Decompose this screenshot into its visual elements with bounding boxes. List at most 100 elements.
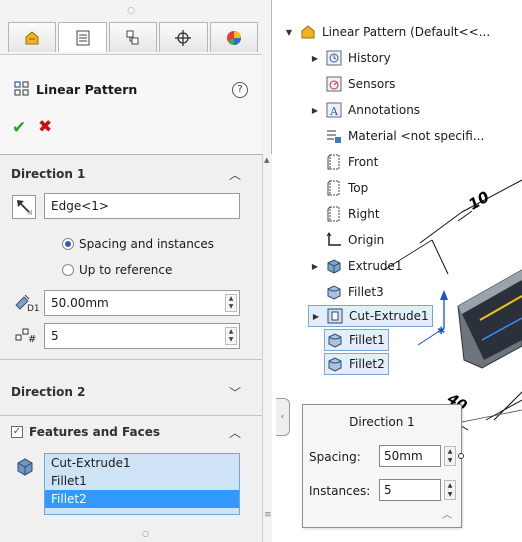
- tree-item-sensors[interactable]: Sensors: [326, 73, 395, 95]
- plane-icon: [327, 154, 340, 170]
- direction1-popup: Direction 1 Spacing: 50mm ▲ ▼ Instances: …: [302, 404, 464, 528]
- features-list[interactable]: Cut-Extrude1 Fillet1 Fillet2: [44, 453, 240, 515]
- radio-up-to-reference[interactable]: Up to reference: [62, 263, 172, 277]
- feature-manager-icon: [25, 30, 39, 44]
- instances-value: 5: [51, 329, 59, 343]
- features-faces-header[interactable]: ✓ Features and Faces ︿: [9, 419, 247, 445]
- popup-spacing-spinner[interactable]: ▲ ▼: [444, 446, 456, 466]
- expand-right-icon[interactable]: ▶: [310, 54, 320, 63]
- property-manager-header: Linear Pattern ? ✔ ✖: [0, 54, 262, 154]
- expand-right-icon[interactable]: ▶: [310, 262, 320, 271]
- popup-spacing-label: Spacing:: [309, 450, 361, 464]
- tree-item-fillet3[interactable]: Fillet3: [326, 281, 384, 303]
- expand-down-icon[interactable]: ▼: [284, 28, 294, 37]
- popup-spacing-value: 50mm: [384, 449, 423, 463]
- reverse-direction-button[interactable]: [12, 195, 36, 219]
- display-manager-tab[interactable]: [209, 22, 259, 52]
- tree-item-extrude1[interactable]: ▶ Extrude1: [310, 255, 403, 277]
- tree-item-cut-extrude1[interactable]: ▶ Cut-Extrude1: [308, 305, 433, 327]
- linear-pattern-icon: [14, 81, 29, 96]
- svg-text:#: #: [28, 334, 36, 345]
- plane-icon: [327, 180, 340, 196]
- chevron-up-icon[interactable]: ︿: [229, 424, 241, 441]
- cancel-button[interactable]: ✖: [38, 117, 52, 137]
- popup-instances-spinner[interactable]: ▲ ▼: [444, 480, 456, 500]
- fillet-icon: [327, 285, 341, 300]
- tree-item-material[interactable]: Material <not specifi...: [326, 125, 484, 147]
- svg-text:A: A: [329, 105, 339, 118]
- spacing-icon: D1: [15, 294, 40, 313]
- chevron-up-icon[interactable]: ︿: [442, 506, 452, 521]
- tree-item-label: Right: [348, 207, 380, 221]
- feature-manager-tree: ▼ Linear Pattern (Default<<... ▶ History…: [284, 16, 522, 406]
- list-item[interactable]: Fillet1: [45, 472, 239, 490]
- tree-item-top-plane[interactable]: Top: [326, 177, 368, 199]
- direction2-label: Direction 2: [11, 385, 86, 399]
- tree-root[interactable]: ▼ Linear Pattern (Default<<...: [284, 21, 490, 43]
- instances-spinner[interactable]: ▲ ▼: [225, 327, 237, 345]
- tree-item-label: Extrude1: [348, 259, 403, 273]
- radio-reference-label: Up to reference: [79, 263, 173, 277]
- radio-unselected-icon[interactable]: [62, 264, 74, 276]
- tree-item-label: Origin: [348, 233, 385, 247]
- direction1-header[interactable]: Direction 1 ︿: [9, 161, 247, 187]
- tree-item-label: Sensors: [348, 77, 396, 91]
- property-manager-icon: [76, 30, 90, 45]
- chevron-up-icon[interactable]: ︿: [229, 166, 241, 183]
- expand-right-icon[interactable]: ▶: [311, 312, 321, 321]
- tree-item-label: Front: [348, 155, 379, 169]
- chevron-down-icon[interactable]: ﹀: [229, 384, 241, 401]
- popup-title: Direction 1: [349, 415, 415, 429]
- tree-item-fillet1[interactable]: Fillet1: [324, 329, 389, 351]
- display-manager-icon: [226, 30, 241, 45]
- popup-leader-anchor: [458, 453, 464, 459]
- scroll-up-arrow-icon[interactable]: ▲: [264, 156, 269, 164]
- popup-instances-input[interactable]: 5: [379, 479, 441, 501]
- help-button[interactable]: ?: [232, 82, 248, 98]
- dimxpert-manager-tab[interactable]: [159, 22, 208, 52]
- scroll-grip-icon[interactable]: ≡: [264, 510, 272, 520]
- spacing-spinner[interactable]: ▲ ▼: [225, 294, 237, 312]
- expand-right-icon[interactable]: ▶: [310, 106, 320, 115]
- edge-value: Edge<1>: [51, 199, 109, 213]
- panel-grip[interactable]: ○: [0, 0, 262, 22]
- svg-text:D1: D1: [27, 304, 40, 313]
- divider: [0, 415, 262, 416]
- list-item[interactable]: Fillet2: [45, 490, 239, 508]
- part-icon: [301, 25, 315, 39]
- tree-item-right-plane[interactable]: Right: [326, 203, 380, 225]
- direction1-edge-field[interactable]: Edge<1>: [44, 193, 240, 219]
- list-resize-handle[interactable]: ○: [142, 529, 149, 538]
- tree-item-annotations[interactable]: ▶ A Annotations: [310, 99, 420, 121]
- ok-button[interactable]: ✔: [12, 118, 26, 138]
- popup-instances-value: 5: [384, 483, 392, 497]
- tree-item-front-plane[interactable]: Front: [326, 151, 378, 173]
- spacing-input[interactable]: 50.00mm ▲ ▼: [44, 290, 240, 316]
- material-icon: [327, 130, 341, 143]
- property-manager-panel: ○ Linear Pattern ? ✔ ✖ Direction 1 ︿ Edg…: [0, 0, 272, 542]
- features-faces-title: ✓ Features and Faces: [11, 425, 160, 439]
- tree-root-label: Linear Pattern (Default<<...: [322, 25, 491, 39]
- radio-spacing-label: Spacing and instances: [79, 237, 215, 251]
- tree-item-history[interactable]: ▶ History: [310, 47, 391, 69]
- page-title: Linear Pattern: [14, 81, 137, 97]
- instances-input[interactable]: 5 ▲ ▼: [44, 323, 240, 349]
- feature-manager-tab[interactable]: [8, 22, 57, 52]
- popup-instances-label: Instances:: [309, 484, 371, 498]
- property-manager-tab[interactable]: [58, 22, 107, 52]
- features-faces-checkbox[interactable]: ✓: [11, 426, 23, 438]
- radio-selected-icon[interactable]: [62, 238, 74, 250]
- fillet-icon: [328, 357, 342, 372]
- direction2-header[interactable]: Direction 2 ﹀: [9, 379, 247, 405]
- list-item[interactable]: Cut-Extrude1: [45, 454, 239, 472]
- popup-spacing-input[interactable]: 50mm: [379, 445, 441, 467]
- radio-spacing-instances[interactable]: Spacing and instances: [62, 237, 214, 251]
- extrude-icon: [327, 259, 341, 274]
- tree-item-origin[interactable]: Origin: [326, 229, 384, 251]
- tree-item-label: Material <not specifi...: [348, 129, 485, 143]
- direction2-group: Direction 2 ﹀: [9, 379, 247, 405]
- configuration-manager-tab[interactable]: [108, 22, 158, 52]
- spacing-value: 50.00mm: [51, 296, 109, 310]
- tree-item-fillet2[interactable]: Fillet2: [324, 353, 389, 375]
- panel-scrollbar[interactable]: ▲ ≡: [262, 154, 272, 542]
